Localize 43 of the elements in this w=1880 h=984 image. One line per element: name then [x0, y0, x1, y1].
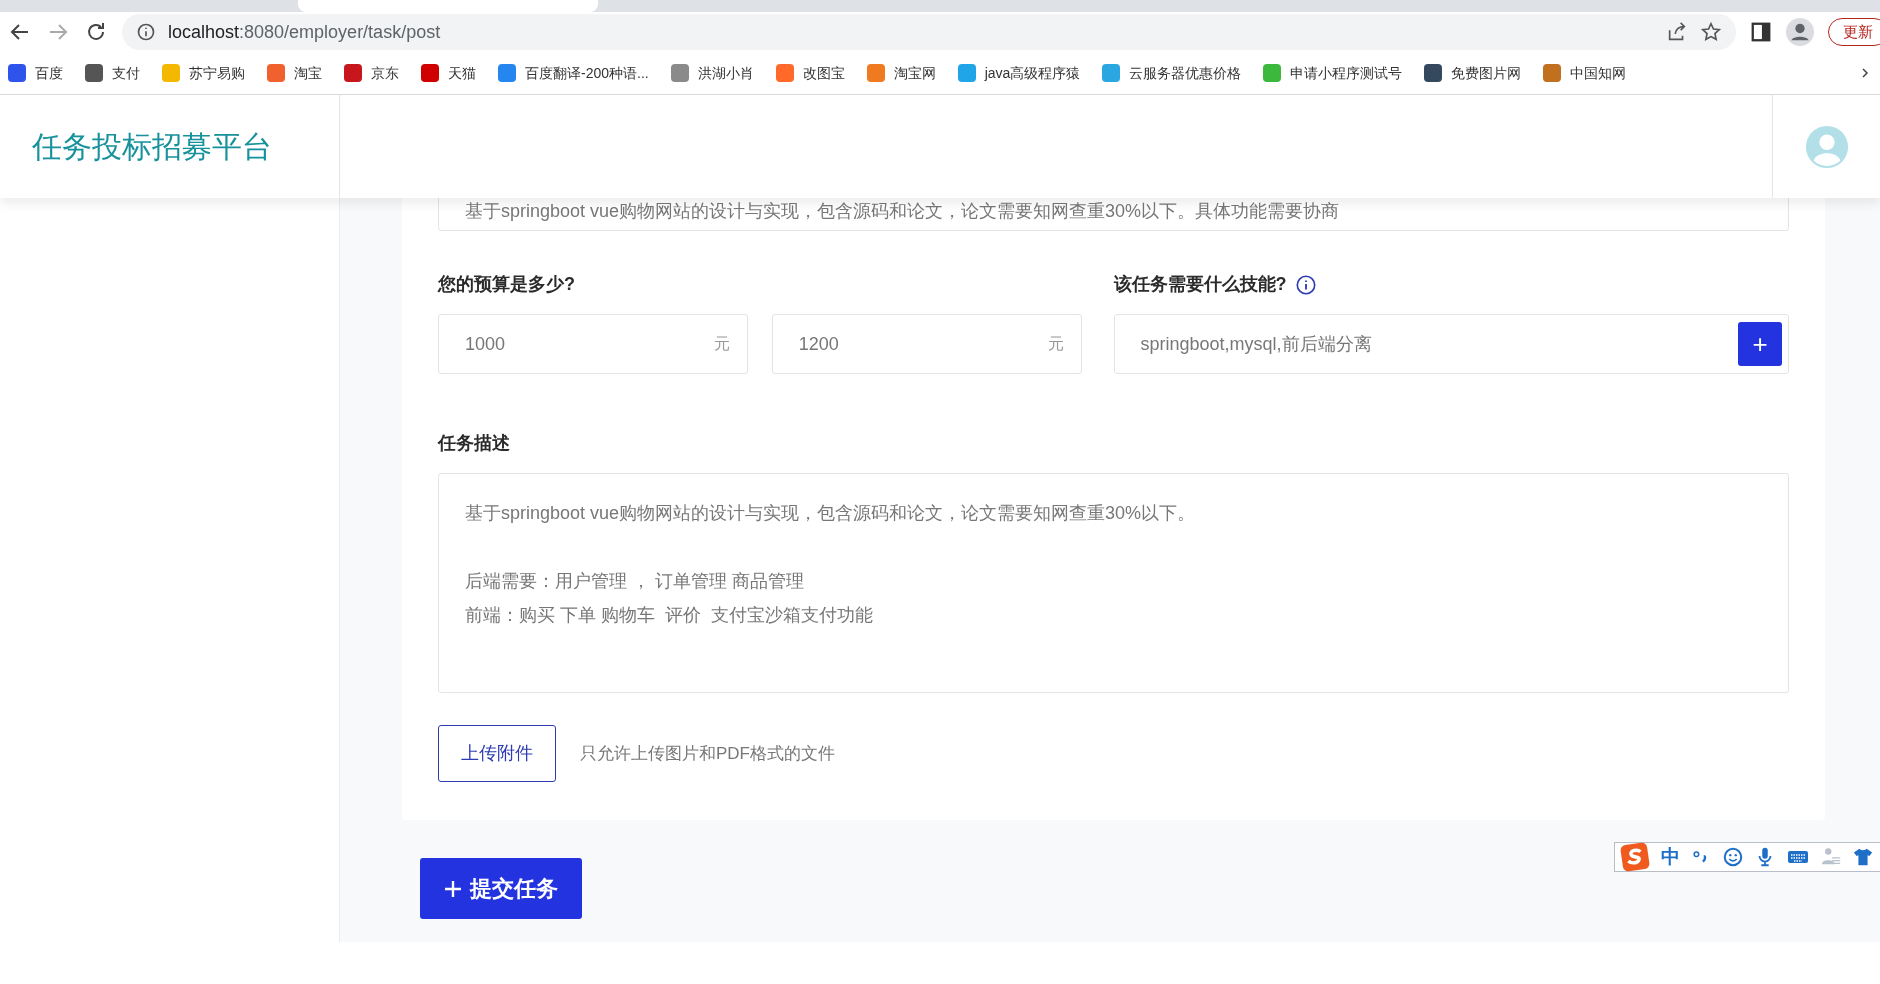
- url-text[interactable]: localhost:8080/employer/task/post: [168, 18, 441, 46]
- share-icon[interactable]: [1666, 21, 1688, 43]
- bookmark-link[interactable]: 百度翻译-200种语...: [525, 62, 649, 84]
- bookmark-link[interactable]: 淘宝网: [893, 62, 936, 84]
- bookmark-link[interactable]: java高级程序猿: [984, 62, 1081, 84]
- submit-button[interactable]: 提交任务: [420, 858, 582, 919]
- language-mode-toggle[interactable]: 中: [1661, 842, 1680, 872]
- bookmark-link[interactable]: 天猫: [448, 62, 476, 84]
- bookmark-link[interactable]: 洪湖小肖: [697, 62, 754, 84]
- bookmark-link[interactable]: 苏宁易购: [189, 62, 245, 84]
- unit-label: 元: [713, 334, 730, 354]
- field-label: 您的预算是多少?: [438, 273, 576, 296]
- shirt-icon[interactable]: [1852, 846, 1874, 868]
- side-panel-icon[interactable]: [1750, 21, 1772, 43]
- upload-hint: 只允许上传图片和PDF格式的文件: [580, 742, 835, 765]
- bookmark-link[interactable]: 云服务器优惠价格: [1129, 62, 1242, 84]
- emoji-icon[interactable]: [1722, 846, 1744, 868]
- upload-button[interactable]: 上传附件: [438, 725, 556, 782]
- field-label: 任务描述: [438, 432, 511, 455]
- unit-label: 元: [1047, 334, 1064, 354]
- bookmark-link[interactable]: 百度: [35, 62, 63, 84]
- text-line: 基于springboot vue购物网站的设计与实现，包含源码和论文，论文需要知网查重30%以下。: [465, 502, 1197, 525]
- bookmark-link[interactable]: 支付: [112, 62, 140, 84]
- bookmark-link[interactable]: 中国知网: [1570, 62, 1627, 84]
- bookmark-link[interactable]: 京东: [371, 62, 399, 84]
- description-field[interactable]: 基于springboot vue购物网站的设计与实现，包含源码和论文，论文需要知网查重30%以下。 后端需要：用户管理 ， 订单管理 商品管理 前端：购买 下单 购物车 评价 支付宝沙箱支付功能: [438, 473, 1789, 693]
- bookmark-link[interactable]: 免费图片网: [1451, 62, 1522, 84]
- bookmark-link[interactable]: 淘宝: [294, 62, 322, 84]
- logo-icon[interactable]: [1619, 841, 1651, 873]
- info-icon[interactable]: [1294, 273, 1317, 296]
- text-line: 后端需要：用户管理 ， 订单管理 商品管理: [465, 570, 805, 593]
- summary-field[interactable]: 基于springboot vue购物网站的设计与实现，包含源码和论文，论文需要知网查重30%以下。具体功能需要协商: [438, 198, 1789, 231]
- app-logo[interactable]: 任务投标招募平台: [32, 124, 272, 169]
- bookmark-link[interactable]: 申请小程序测试号: [1290, 62, 1403, 84]
- add-button[interactable]: +: [1738, 322, 1782, 366]
- profile-icon[interactable]: [1786, 18, 1814, 46]
- info-icon[interactable]: [136, 22, 156, 42]
- field-label: 该任务需要什么技能?: [1113, 273, 1287, 296]
- update-button[interactable]: 更新: [1828, 17, 1880, 47]
- text-line: 前端：购买 下单 购物车 评价 支付宝沙箱支付功能: [465, 604, 874, 627]
- star-icon[interactable]: [1700, 21, 1722, 43]
- plus-icon: [444, 879, 462, 898]
- bookmark-link[interactable]: 改图宝: [802, 62, 845, 84]
